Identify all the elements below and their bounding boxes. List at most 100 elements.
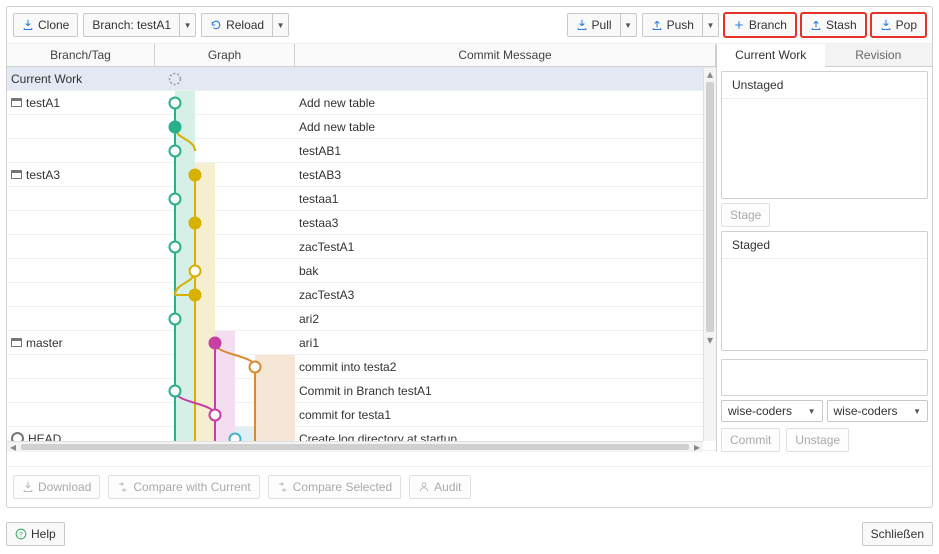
commit-message: zacTestA1 xyxy=(295,240,716,254)
unstaged-box: Unstaged xyxy=(721,71,928,199)
identity-row: wise-coders▼ wise-coders▼ xyxy=(717,400,932,422)
commit-message: Add new table xyxy=(295,96,716,110)
stage-button[interactable]: Stage xyxy=(721,203,770,227)
commit-message-box[interactable] xyxy=(721,359,928,396)
unstaged-header: Unstaged xyxy=(722,72,927,99)
graph-cell xyxy=(155,331,295,355)
pop-button[interactable]: Pop xyxy=(871,13,926,37)
scrollbar-horizontal[interactable]: ◂ ▸ xyxy=(7,441,703,452)
table-row[interactable]: commit for testa1 xyxy=(7,403,716,427)
commit-message: bak xyxy=(295,264,716,278)
tabs: Current Work Revision xyxy=(717,44,932,67)
scroll-left-icon[interactable]: ◂ xyxy=(7,442,19,452)
branch-ref: master xyxy=(26,336,63,350)
commit-message: Add new table xyxy=(295,120,716,134)
table-row[interactable]: zacTestA1 xyxy=(7,235,716,259)
upload-icon xyxy=(810,19,822,31)
branch-button[interactable]: Branch xyxy=(724,13,796,37)
commit-message: commit for testa1 xyxy=(295,408,716,422)
col-branch[interactable]: Branch/Tag xyxy=(7,44,155,66)
col-graph[interactable]: Graph xyxy=(155,44,295,66)
commit-message: commit into testa2 xyxy=(295,360,716,374)
push-dropdown[interactable]: ▼ xyxy=(703,13,719,37)
footer-toolbar: Download Compare with Current Compare Se… xyxy=(7,466,932,507)
branch-ref: testA3 xyxy=(26,168,60,182)
table-row[interactable]: testA1Add new table xyxy=(7,91,716,115)
scroll-up-icon[interactable]: ▴ xyxy=(704,68,716,80)
committer-select[interactable]: wise-coders▼ xyxy=(827,400,929,422)
graph-cell xyxy=(155,403,295,427)
monitor-icon xyxy=(11,170,22,179)
branch-selector-group: Branch: testA1 ▼ xyxy=(83,13,196,37)
history-pane: Branch/Tag Graph Commit Message Current … xyxy=(7,44,716,452)
branch-ref: Current Work xyxy=(11,72,82,86)
graph-cell xyxy=(155,91,295,115)
table-row[interactable]: Current Work xyxy=(7,67,716,91)
rows: Current WorktestA1Add new tableAdd new t… xyxy=(7,67,716,452)
table-row[interactable]: commit into testa2 xyxy=(7,355,716,379)
tab-revision[interactable]: Revision xyxy=(825,44,933,67)
commit-button[interactable]: Commit xyxy=(721,428,780,452)
table-row[interactable]: testA3 testAB3 xyxy=(7,163,716,187)
table-row[interactable]: Commit in Branch testA1 xyxy=(7,379,716,403)
chevron-down-icon: ▼ xyxy=(277,21,285,30)
commit-message: ari2 xyxy=(295,312,716,326)
chevron-down-icon: ▼ xyxy=(808,407,816,416)
graph-cell xyxy=(155,115,295,139)
tab-current-work[interactable]: Current Work xyxy=(717,44,825,67)
col-msg[interactable]: Commit Message xyxy=(295,44,716,66)
table-row[interactable]: testAB1 xyxy=(7,139,716,163)
download-icon xyxy=(22,481,34,493)
commit-message: zacTestA3 xyxy=(295,288,716,302)
download-button[interactable]: Download xyxy=(13,475,100,499)
graph-cell xyxy=(155,379,295,403)
download-icon xyxy=(22,19,34,31)
table-row[interactable]: zacTestA3 xyxy=(7,283,716,307)
scroll-right-icon[interactable]: ▸ xyxy=(691,442,703,452)
graph-cell xyxy=(155,139,295,163)
reload-icon xyxy=(210,19,222,31)
compare-current-button[interactable]: Compare with Current xyxy=(108,475,259,499)
reload-button[interactable]: Reload xyxy=(201,13,273,37)
graph-cell xyxy=(155,187,295,211)
branch-selector-dropdown[interactable]: ▼ xyxy=(180,13,196,37)
table-row[interactable]: bak xyxy=(7,259,716,283)
table-row[interactable]: master ari1 xyxy=(7,331,716,355)
push-button[interactable]: Push xyxy=(642,13,703,37)
push-group: Push ▼ xyxy=(642,13,719,37)
commit-message: testAB3 xyxy=(295,168,716,182)
close-button[interactable]: Schließen xyxy=(862,522,933,546)
scrollbar-vertical[interactable]: ▴ ▾ xyxy=(703,68,716,441)
table-row[interactable]: testaa1 xyxy=(7,187,716,211)
clone-label: Clone xyxy=(38,18,69,32)
pull-button[interactable]: Pull xyxy=(567,13,621,37)
scroll-down-icon[interactable]: ▾ xyxy=(704,334,716,346)
help-button[interactable]: ? Help xyxy=(6,522,65,546)
compare-selected-button[interactable]: Compare Selected xyxy=(268,475,401,499)
commit-message: testaa3 xyxy=(295,216,716,230)
monitor-icon xyxy=(11,338,22,347)
scroll-thumb[interactable] xyxy=(21,444,689,450)
graph-cell xyxy=(155,283,295,307)
table-row[interactable]: ari2 xyxy=(7,307,716,331)
branch-selector[interactable]: Branch: testA1 xyxy=(83,13,180,37)
clone-button[interactable]: Clone xyxy=(13,13,78,37)
unstage-button[interactable]: Unstage xyxy=(786,428,849,452)
author-select[interactable]: wise-coders▼ xyxy=(721,400,823,422)
staged-header: Staged xyxy=(722,232,927,259)
pull-dropdown[interactable]: ▼ xyxy=(621,13,637,37)
audit-button[interactable]: Audit xyxy=(409,475,470,499)
person-icon xyxy=(418,481,430,493)
stash-button[interactable]: Stash xyxy=(801,13,866,37)
graph-cell xyxy=(155,211,295,235)
commit-message: testAB1 xyxy=(295,144,716,158)
download-icon xyxy=(880,19,892,31)
table-row[interactable]: Add new table xyxy=(7,115,716,139)
chevron-down-icon: ▼ xyxy=(624,21,632,30)
reload-dropdown[interactable]: ▼ xyxy=(273,13,289,37)
commit-message: ari1 xyxy=(295,336,716,350)
scroll-thumb[interactable] xyxy=(706,82,714,332)
table-row[interactable]: testaa3 xyxy=(7,211,716,235)
chevron-down-icon: ▼ xyxy=(706,21,714,30)
download-icon xyxy=(576,19,588,31)
